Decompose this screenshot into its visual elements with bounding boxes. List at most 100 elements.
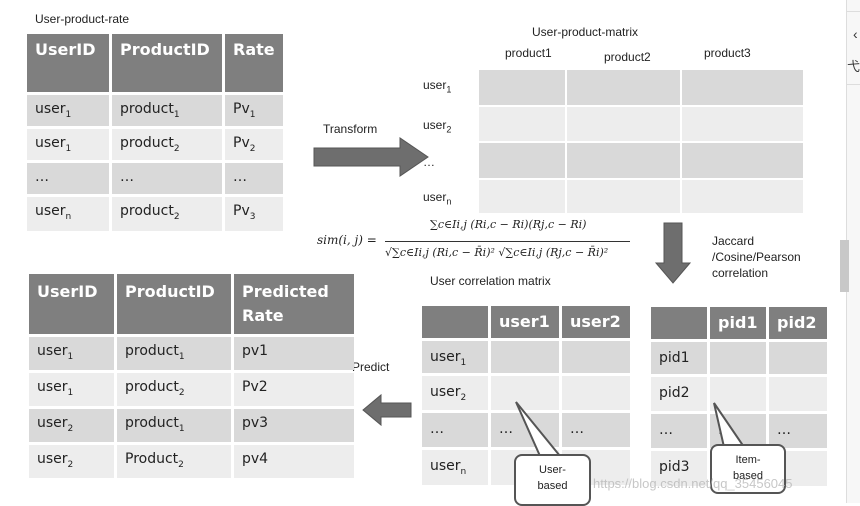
cell-text: user xyxy=(37,343,68,359)
table-cell: … xyxy=(422,413,488,447)
cell-text: user xyxy=(37,379,68,395)
table-cell: product1 xyxy=(117,337,231,370)
matrix-cell xyxy=(567,70,680,105)
table-cell: product1 xyxy=(117,409,231,442)
cell-text: user xyxy=(430,458,461,474)
cell-text: user xyxy=(37,451,68,467)
formula-fraction-bar xyxy=(385,241,630,242)
cell-text: … xyxy=(35,169,49,185)
cell-subscript: 1 xyxy=(65,109,72,120)
table-cell: … xyxy=(225,163,283,194)
matrix-col-header: product2 xyxy=(604,50,651,64)
table-cell: user1 xyxy=(29,337,114,370)
table-cell: user2 xyxy=(29,445,114,478)
side-glyph: 弋 xyxy=(847,59,860,74)
table-cell: usern xyxy=(422,450,488,485)
table-cell: Pv2 xyxy=(225,129,283,160)
cell-text: user xyxy=(423,78,447,92)
cell-subscript: 1 xyxy=(67,387,74,398)
table-cell: pv4 xyxy=(234,445,354,478)
formula-denominator: √∑c∈Ii,j (Ri,c − R̄i)² √∑c∈Ii,j (Rj,c − … xyxy=(385,246,609,259)
cell-text: product xyxy=(125,343,179,359)
matrix-cell xyxy=(682,143,803,178)
cell-subscript: 2 xyxy=(178,387,185,398)
table-header-cell: user1 xyxy=(491,306,559,338)
down-arrow-icon xyxy=(654,222,692,284)
cell-subscript: 2 xyxy=(446,124,452,135)
cell-text: … xyxy=(659,422,673,438)
user-product-matrix xyxy=(479,70,803,213)
cell-text: user xyxy=(35,135,66,151)
matrix-cell xyxy=(567,143,680,178)
table-header-cell: pid1 xyxy=(710,307,766,339)
cell-text: user xyxy=(35,203,66,219)
scrollbar-thumb[interactable] xyxy=(840,240,849,292)
cell-text: pv3 xyxy=(242,415,269,431)
cell-subscript: 2 xyxy=(173,143,180,154)
table-cell xyxy=(491,341,559,373)
formula-numerator: ∑c∈Ii,j (Ri,c − Ri)(Rj,c − Ri) xyxy=(430,218,587,231)
table-cell: product2 xyxy=(117,373,231,406)
cell-text: user xyxy=(430,384,461,400)
table-cell: user1 xyxy=(27,129,109,160)
matrix-row-label: user2 xyxy=(423,118,451,134)
cell-text: product xyxy=(125,415,179,431)
table-cell: user2 xyxy=(29,409,114,442)
cell-subscript: 1 xyxy=(178,423,185,434)
predict-label: Predict xyxy=(352,360,390,374)
correlation-label: User correlation matrix xyxy=(430,274,551,288)
matrix-cell xyxy=(479,70,565,105)
cell-subscript: 3 xyxy=(249,211,256,222)
cell-subscript: 1 xyxy=(173,109,180,120)
cell-subscript: 1 xyxy=(249,109,256,120)
cell-text: product xyxy=(120,101,174,117)
table-cell: pid1 xyxy=(651,342,707,374)
table-cell: usern xyxy=(27,197,109,231)
cell-text: pid1 xyxy=(659,350,690,366)
table-cell: Pv1 xyxy=(225,95,283,126)
table-cell: pv1 xyxy=(234,337,354,370)
table-header-cell: user2 xyxy=(562,306,630,338)
cell-text: user xyxy=(37,415,68,431)
predicted-rate-table: UserID ProductID Predicted Rate user1 produc… xyxy=(29,274,354,478)
table-cell: product2 xyxy=(112,197,222,231)
table-cell: user1 xyxy=(422,341,488,373)
matrix-cell xyxy=(479,107,565,141)
formula-lhs: sim(i, j) = xyxy=(317,233,377,247)
cell-subscript: 2 xyxy=(67,423,74,434)
matrix-col-header: product3 xyxy=(704,46,751,60)
matrix-cell xyxy=(682,70,803,105)
chevron-left-icon[interactable]: ‹ xyxy=(853,26,858,42)
cell-text: Pv xyxy=(233,135,250,151)
table-cell: product1 xyxy=(112,95,222,126)
cell-text: pid2 xyxy=(659,385,690,401)
cell-text: … xyxy=(430,421,444,437)
table-header-cell: ProductID xyxy=(117,274,231,334)
table-cell: user2 xyxy=(422,376,488,410)
similarity-label: Jaccard /Cosine/Pearson correlation xyxy=(712,234,801,280)
cell-text: product xyxy=(120,203,174,219)
table-cell: … xyxy=(27,163,109,194)
cell-text: user xyxy=(423,190,447,204)
matrix-col-header: product1 xyxy=(505,46,552,60)
cell-text: … xyxy=(233,169,247,185)
table-cell: pid2 xyxy=(651,377,707,411)
matrix-cell xyxy=(479,180,565,213)
matrix-title: User-product-matrix xyxy=(532,25,639,39)
cell-subscript: 1 xyxy=(446,84,452,95)
cell-subscript: 1 xyxy=(65,143,72,154)
matrix-cell xyxy=(567,107,680,141)
table-cell: … xyxy=(112,163,222,194)
matrix-row-label: usern xyxy=(423,190,451,206)
table-cell: user1 xyxy=(29,373,114,406)
cell-subscript: n xyxy=(65,211,72,222)
user-product-rate-table: UserID ProductID Rate user1 product1 Pv1 user1… xyxy=(27,34,283,231)
matrix-row-label: user1 xyxy=(423,78,451,94)
cell-text: Pv2 xyxy=(242,379,268,395)
cell-subscript: 2 xyxy=(67,459,74,470)
table-cell: Pv3 xyxy=(225,197,283,231)
matrix-row-label: … xyxy=(423,155,435,169)
table-cell xyxy=(710,342,766,374)
cell-subscript: 2 xyxy=(249,143,256,154)
cell-text: Pv xyxy=(233,203,250,219)
